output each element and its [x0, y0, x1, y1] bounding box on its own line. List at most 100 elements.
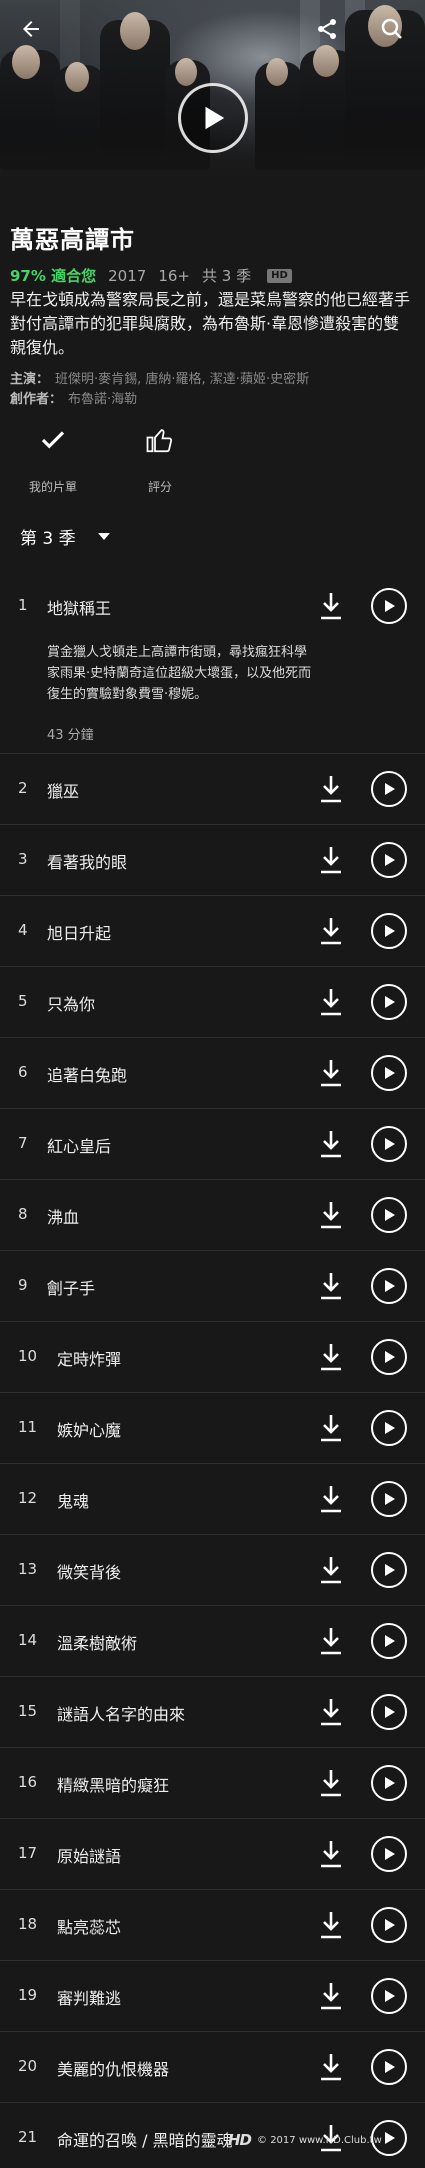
episode-number: 6: [18, 1063, 28, 1081]
episode-play-button[interactable]: [371, 913, 407, 949]
episode-play-button[interactable]: [371, 1765, 407, 1801]
episode-row[interactable]: 2 獵巫: [0, 754, 425, 825]
play-icon: [385, 925, 395, 937]
download-icon: [321, 1415, 341, 1442]
episode-row[interactable]: 17 原始謎語: [0, 1819, 425, 1890]
episode-title: 只為你: [47, 995, 96, 1014]
episode-play-button[interactable]: [371, 1481, 407, 1517]
episode-play-button[interactable]: [371, 588, 407, 624]
episode-row[interactable]: 6 追著白兔跑: [0, 1038, 425, 1109]
download-button[interactable]: [318, 1839, 344, 1869]
episode-play-button[interactable]: [371, 1978, 407, 2014]
episode-row[interactable]: 7 紅心皇后: [0, 1109, 425, 1180]
episode-play-button[interactable]: [371, 2049, 407, 2085]
arrow-left-icon: [23, 21, 39, 37]
episode-row[interactable]: 12 鬼魂: [0, 1464, 425, 1535]
episode-play-button[interactable]: [371, 984, 407, 1020]
play-button[interactable]: [178, 83, 248, 153]
episode-row[interactable]: 4 旭日升起: [0, 896, 425, 967]
rate-button[interactable]: 評分: [115, 420, 205, 495]
episode-number: 7: [18, 1134, 28, 1152]
episode-title: 嫉妒心魔: [57, 1421, 122, 1440]
episode-number: 3: [18, 850, 28, 868]
season-selector[interactable]: 第 3 季: [20, 524, 110, 549]
download-icon: [321, 1628, 341, 1655]
download-button[interactable]: [318, 916, 344, 946]
episode-title: 追著白兔跑: [47, 1066, 128, 1085]
episode-row[interactable]: 5 只為你: [0, 967, 425, 1038]
download-button[interactable]: [318, 2052, 344, 2082]
download-button[interactable]: [318, 1200, 344, 1230]
episode-row[interactable]: 3 看著我的眼: [0, 825, 425, 896]
episode-row[interactable]: 9 劊子手: [0, 1251, 425, 1322]
creator-name: 布魯諾·海勒: [68, 392, 138, 407]
download-button[interactable]: [318, 1910, 344, 1940]
episode-row[interactable]: 11 嫉妒心魔: [0, 1393, 425, 1464]
my-list-button[interactable]: 我的片單: [8, 420, 98, 495]
download-icon: [321, 847, 341, 874]
back-button[interactable]: [16, 14, 46, 44]
download-button[interactable]: [318, 987, 344, 1017]
creator-label: 創作者：: [10, 392, 63, 407]
download-button[interactable]: [318, 1484, 344, 1514]
cast-names: 班傑明·麥肯錫, 唐納·羅格, 潔達·蘋姬·史密斯: [55, 372, 310, 387]
download-button[interactable]: [318, 591, 344, 621]
episode-play-button[interactable]: [371, 1197, 407, 1233]
search-button[interactable]: [377, 14, 407, 44]
cast-line: 主演： 班傑明·麥肯錫, 唐納·羅格, 潔達·蘋姬·史密斯: [10, 368, 309, 387]
episode-row[interactable]: 10 定時炸彈: [0, 1322, 425, 1393]
episode-row[interactable]: 15 謎語人名字的由來: [0, 1677, 425, 1748]
chevron-down-icon: [97, 533, 110, 540]
episode-play-button[interactable]: [371, 1552, 407, 1588]
episode-description: 賞金獵人戈頓走上高譚市街頭，尋找瘋狂科學家雨果·史特蘭奇這位超級大壞蛋，以及他死…: [47, 645, 312, 702]
download-button[interactable]: [318, 1129, 344, 1159]
download-button[interactable]: [318, 1626, 344, 1656]
download-button[interactable]: [318, 1981, 344, 2011]
download-button[interactable]: [318, 1555, 344, 1585]
episode-play-button[interactable]: [371, 1126, 407, 1162]
download-button[interactable]: [318, 1058, 344, 1088]
episode-title: 溫柔樹敵術: [57, 1634, 138, 1653]
episode-play-button[interactable]: [371, 1623, 407, 1659]
download-icon: [321, 1557, 341, 1584]
episode-play-button[interactable]: [371, 1694, 407, 1730]
episode-number: 2: [18, 779, 28, 797]
download-button[interactable]: [318, 1271, 344, 1301]
play-icon: [385, 600, 395, 612]
download-button[interactable]: [318, 1413, 344, 1443]
episode-row[interactable]: 20 美麗的仇恨機器: [0, 2032, 425, 2103]
episode-play-button[interactable]: [371, 1339, 407, 1375]
episode-row[interactable]: 19 審判難逃: [0, 1961, 425, 2032]
episode-play-button[interactable]: [371, 1268, 407, 1304]
episode-play-button[interactable]: [371, 842, 407, 878]
play-icon: [385, 1422, 395, 1434]
episode-row[interactable]: 8 沸血: [0, 1180, 425, 1251]
episode-row[interactable]: 18 點亮蕊芯: [0, 1890, 425, 1961]
episode-number: 20: [18, 2057, 38, 2075]
watermark: HD © 2017 www.HD.Club.tw: [228, 2131, 382, 2149]
episode-play-button[interactable]: [371, 1836, 407, 1872]
episode-play-button[interactable]: [371, 1055, 407, 1091]
episode-number: 1: [18, 596, 28, 614]
episode-number: 12: [18, 1489, 38, 1507]
share-button[interactable]: [312, 14, 342, 44]
episode-row[interactable]: 13 微笑背後: [0, 1535, 425, 1606]
episode-play-button[interactable]: [371, 1410, 407, 1446]
download-button[interactable]: [318, 1768, 344, 1798]
episode-row[interactable]: 16 精緻黑暗的癡狂: [0, 1748, 425, 1819]
download-button[interactable]: [318, 845, 344, 875]
episode-row[interactable]: 14 溫柔樹敵術: [0, 1606, 425, 1677]
episode-row[interactable]: 1 地獄稱王 賞金獵人戈頓走上高譚市街頭，尋找瘋狂科學家雨果·史特蘭奇這位超級大壞蛋…: [0, 572, 425, 754]
download-button[interactable]: [318, 1697, 344, 1727]
episode-play-button[interactable]: [371, 1907, 407, 1943]
download-button[interactable]: [318, 774, 344, 804]
episode-play-button[interactable]: [371, 771, 407, 807]
show-meta: 97% 適合您 2017 16+ 共 3 季 HD: [10, 265, 304, 286]
download-button[interactable]: [318, 1342, 344, 1372]
season-label: 第 3 季: [20, 529, 76, 549]
play-icon: [385, 1990, 395, 2002]
synopsis: 早在戈頓成為警察局長之前，還是菜鳥警察的他已經著手對付高譚市的犯罪與腐敗，為布魯…: [10, 290, 411, 357]
episode-number: 10: [18, 1347, 38, 1365]
episode-title: 定時炸彈: [57, 1350, 122, 1369]
play-icon: [385, 1351, 395, 1363]
